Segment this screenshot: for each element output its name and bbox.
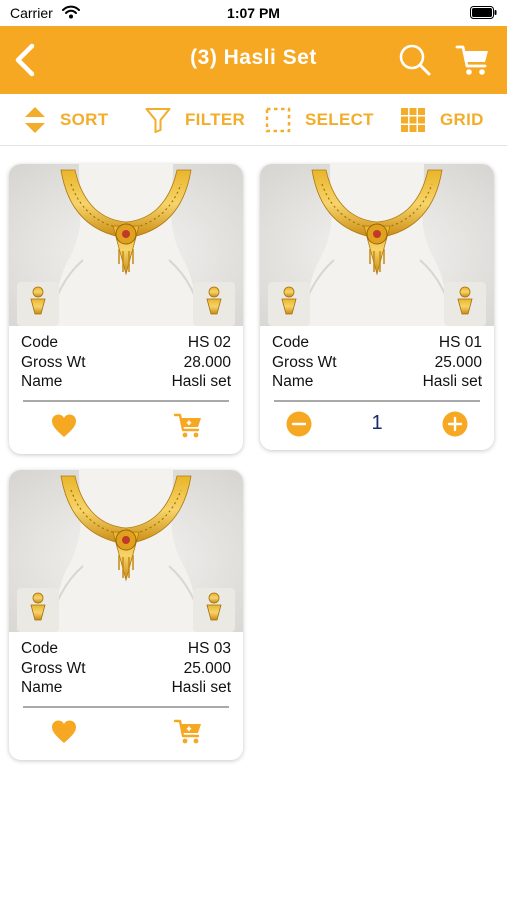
plus-circle-icon <box>442 411 468 437</box>
favorite-button[interactable] <box>51 413 77 439</box>
name-value: Hasli set <box>171 679 231 696</box>
grid-label: GRID <box>440 110 484 129</box>
name-row: Name Hasli set <box>21 372 231 392</box>
product-info: Code HS 03 Gross Wt 25.000 Name Hasli se… <box>21 639 231 698</box>
code-label: Code <box>21 334 59 351</box>
gross-wt-row: Gross Wt 25.000 <box>21 659 231 679</box>
name-label: Name <box>21 373 63 390</box>
cart-icon <box>173 413 203 439</box>
name-label: Name <box>272 373 314 390</box>
gross-wt-value: 28.000 <box>183 353 231 371</box>
name-row: Name Hasli set <box>21 678 231 698</box>
gross-wt-label: Gross Wt <box>21 659 86 677</box>
name-row: Name Hasli set <box>272 372 482 392</box>
name-value: Hasli set <box>171 373 231 390</box>
gross-wt-label: Gross Wt <box>272 353 337 371</box>
code-value: HS 02 <box>187 334 231 351</box>
code-row: Code HS 02 <box>21 333 231 353</box>
cart-icon <box>455 45 488 75</box>
search-icon <box>399 44 431 76</box>
add-to-cart-button[interactable] <box>173 411 203 441</box>
product-image[interactable] <box>9 470 243 632</box>
product-image[interactable] <box>9 164 243 326</box>
name-value: Hasli set <box>422 373 482 390</box>
cart-button[interactable] <box>455 43 491 77</box>
sort-icon <box>25 107 45 133</box>
product-info: Code HS 02 Gross Wt 28.000 Name Hasli se… <box>21 333 231 392</box>
heart-icon <box>52 720 76 743</box>
code-label: Code <box>21 640 59 657</box>
select-button[interactable]: SELECT <box>265 94 374 146</box>
code-value: HS 03 <box>187 640 231 657</box>
gross-wt-label: Gross Wt <box>21 353 86 371</box>
status-time: 1:07 PM <box>227 5 280 21</box>
product-card[interactable]: Code HS 03 Gross Wt 25.000 Name Hasli se… <box>9 470 243 760</box>
increase-quantity-button[interactable] <box>442 411 468 437</box>
card-divider <box>274 400 480 402</box>
gross-wt-row: Gross Wt 28.000 <box>21 353 231 373</box>
gross-wt-row: Gross Wt 25.000 <box>272 353 482 373</box>
decrease-quantity-button[interactable] <box>286 411 312 437</box>
card-divider <box>23 400 229 402</box>
card-divider <box>23 706 229 708</box>
app-bar: (3) Hasli Set <box>0 26 507 94</box>
grid-icon <box>401 108 425 132</box>
product-info: Code HS 01 Gross Wt 25.000 Name Hasli se… <box>272 333 482 392</box>
product-card[interactable]: Code HS 02 Gross Wt 28.000 Name Hasli se… <box>9 164 243 454</box>
code-value: HS 01 <box>438 334 482 351</box>
grid-button[interactable]: GRID <box>400 94 484 146</box>
name-label: Name <box>21 679 63 696</box>
filter-icon <box>145 108 171 133</box>
product-image[interactable] <box>260 164 494 326</box>
minus-circle-icon <box>286 411 312 437</box>
select-label: SELECT <box>305 110 374 129</box>
code-row: Code HS 03 <box>21 639 231 659</box>
select-icon <box>265 107 291 133</box>
heart-icon <box>52 414 76 437</box>
gross-wt-value: 25.000 <box>183 659 231 677</box>
code-label: Code <box>272 334 310 351</box>
quantity-value: 1 <box>371 412 383 434</box>
favorite-button[interactable] <box>51 719 77 745</box>
filter-label: FILTER <box>185 110 246 129</box>
status-bar: Carrier 1:07 PM <box>0 0 507 26</box>
product-card[interactable]: Code HS 01 Gross Wt 25.000 Name Hasli se… <box>260 164 494 450</box>
search-button[interactable] <box>398 43 432 77</box>
sort-button[interactable]: SORT <box>24 94 108 146</box>
filter-button[interactable]: FILTER <box>145 94 245 146</box>
code-row: Code HS 01 <box>272 333 482 353</box>
add-to-cart-button[interactable] <box>173 717 203 747</box>
toolbar: SORT FILTER SELECT GRID <box>0 94 507 146</box>
battery-icon <box>470 6 497 19</box>
sort-label: SORT <box>60 110 109 129</box>
cart-icon <box>173 719 203 745</box>
gross-wt-value: 25.000 <box>434 353 482 371</box>
